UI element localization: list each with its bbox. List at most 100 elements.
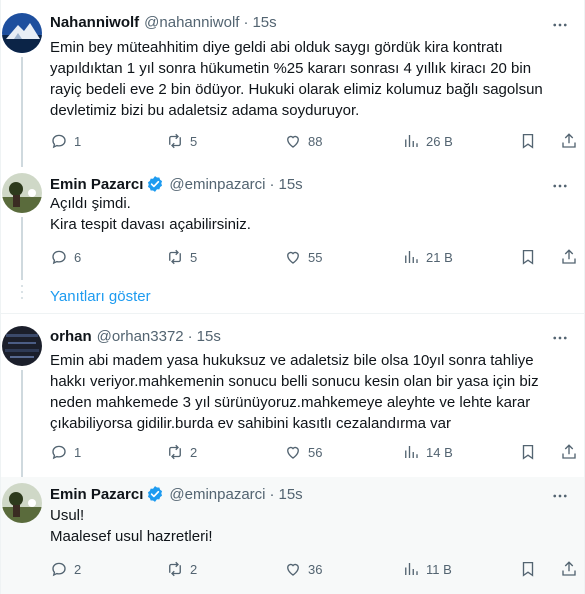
share-button[interactable] xyxy=(560,442,578,462)
tweet-eminpazarci-final[interactable]: Emin Pazarcı @eminpazarci · 15s Usul! Ma… xyxy=(1,477,584,594)
reply-count: 1 xyxy=(74,444,82,460)
like-button[interactable]: 56 xyxy=(284,442,322,462)
timestamp[interactable]: 15s xyxy=(278,176,302,193)
thread-line xyxy=(21,217,23,280)
separator-dot: · xyxy=(269,485,275,503)
more-icon[interactable] xyxy=(550,328,570,348)
reply-button[interactable]: 1 xyxy=(50,131,81,151)
retweet-count: 2 xyxy=(190,561,198,577)
reply-icon xyxy=(52,445,66,460)
tweet-header: Emin Pazarcı @eminpazarci · 15s xyxy=(50,485,303,503)
display-name[interactable]: orhan xyxy=(50,328,92,345)
thread-dots xyxy=(20,285,24,303)
like-icon xyxy=(287,446,299,459)
views-icon xyxy=(405,563,418,575)
like-button[interactable]: 55 xyxy=(284,247,322,267)
reply-icon xyxy=(52,250,66,265)
views-count: 21 B xyxy=(426,249,453,265)
separator-dot: · xyxy=(187,328,193,345)
show-replies-link[interactable]: Yanıtları göster xyxy=(50,288,151,305)
share-icon xyxy=(562,249,576,264)
timestamp[interactable]: 15s xyxy=(197,328,221,345)
display-name[interactable]: Emin Pazarcı xyxy=(50,176,143,193)
like-icon xyxy=(287,135,299,148)
separator-dot: · xyxy=(269,175,275,193)
bookmark-icon xyxy=(522,444,534,460)
tweet-text-line: hakkı veriyor.mahkemenin sonucu belli so… xyxy=(50,373,539,390)
views-button[interactable]: 14 B xyxy=(402,442,453,462)
tweet-text-line: Usul! xyxy=(50,507,85,524)
separator-dot: · xyxy=(243,14,249,31)
retweet-button[interactable]: 2 xyxy=(166,559,197,579)
tweet-text-line: neden mahkemede 3 yıl sürünüyoruz.mahkem… xyxy=(50,394,531,411)
user-handle[interactable]: @orhan3372 xyxy=(97,328,184,345)
bookmark-button[interactable] xyxy=(519,559,537,579)
tweet-text-line: yapıldıktan 1 yıl sonra hükumetin %25 ka… xyxy=(50,60,532,77)
bookmark-button[interactable] xyxy=(519,442,537,462)
tweet-actions: 1 5 88 26 B xyxy=(50,131,580,151)
retweet-icon xyxy=(169,444,181,460)
retweet-count: 5 xyxy=(190,249,198,265)
like-button[interactable]: 88 xyxy=(284,131,322,151)
avatar[interactable] xyxy=(2,13,42,53)
retweet-count: 5 xyxy=(190,133,198,149)
bookmark-button[interactable] xyxy=(519,131,537,151)
tweet-header: Nahanniwolf @nahanniwolf · 15s xyxy=(50,14,277,31)
user-handle[interactable]: @nahanniwolf xyxy=(144,14,239,31)
bookmark-button[interactable] xyxy=(519,247,537,267)
tweet-actions: 1 2 56 14 B xyxy=(50,442,580,462)
timestamp[interactable]: 15s xyxy=(278,486,302,503)
reply-button[interactable]: 6 xyxy=(50,247,81,267)
display-name[interactable]: Nahanniwolf xyxy=(50,14,139,31)
conversation-timeline: Nahanniwolf @nahanniwolf · 15s Emin bey … xyxy=(0,0,585,594)
tweet-header: orhan @orhan3372 · 15s xyxy=(50,328,221,345)
tweet-text-line: Açıldı şimdi. xyxy=(50,195,131,212)
views-button[interactable]: 26 B xyxy=(402,131,453,151)
tweet-orhan[interactable]: orhan @orhan3372 · 15s Emin abi madem ya… xyxy=(1,314,584,477)
retweet-button[interactable]: 5 xyxy=(166,131,197,151)
reply-button[interactable]: 1 xyxy=(50,442,81,462)
user-handle[interactable]: @eminpazarci xyxy=(169,486,265,503)
avatar[interactable] xyxy=(2,483,42,523)
views-button[interactable]: 21 B xyxy=(402,247,453,267)
retweet-icon xyxy=(169,561,181,577)
tweet-text: Açıldı şimdi. Kira tespit davası açabili… xyxy=(50,193,570,235)
verified-icon[interactable] xyxy=(146,485,164,503)
views-button[interactable]: 11 B xyxy=(402,559,452,579)
like-count: 88 xyxy=(308,133,323,149)
tweet-nahanniwolf[interactable]: Nahanniwolf @nahanniwolf · 15s Emin bey … xyxy=(1,0,584,167)
retweet-button[interactable]: 5 xyxy=(166,247,197,267)
reply-count: 1 xyxy=(74,133,82,149)
share-button[interactable] xyxy=(560,559,578,579)
like-count: 55 xyxy=(308,249,323,265)
verified-icon[interactable] xyxy=(146,175,164,193)
reply-button[interactable]: 2 xyxy=(50,559,81,579)
share-button[interactable] xyxy=(560,247,578,267)
views-count: 26 B xyxy=(426,133,453,149)
tweet-text-line: Kira tespit davası açabilirsiniz. xyxy=(50,216,251,233)
share-button[interactable] xyxy=(560,131,578,151)
tweet-text-line: rayiç bedeli eve 2 bin ödüyor. Hukuki ol… xyxy=(50,81,543,98)
timestamp[interactable]: 15s xyxy=(252,14,276,31)
display-name[interactable]: Emin Pazarcı xyxy=(50,486,143,503)
share-icon xyxy=(562,133,576,148)
avatar[interactable] xyxy=(2,326,42,366)
avatar[interactable] xyxy=(2,173,42,213)
views-icon xyxy=(405,135,418,147)
reply-icon xyxy=(52,562,66,577)
more-icon[interactable] xyxy=(550,486,570,506)
tweet-text-line: devletimiz bizi bu adaletsiz adama soydu… xyxy=(50,102,360,119)
reply-count: 2 xyxy=(74,561,82,577)
retweet-icon xyxy=(169,133,181,149)
tweet-eminpazarci-reply[interactable]: Emin Pazarcı @eminpazarci · 15s Açıldı ş… xyxy=(1,167,584,280)
user-handle[interactable]: @eminpazarci xyxy=(169,176,265,193)
bookmark-icon xyxy=(522,133,534,149)
tweet-text-line: Emin bey müteahhitim diye geldi abi oldu… xyxy=(50,39,503,56)
like-icon xyxy=(287,563,299,576)
views-icon xyxy=(405,446,418,458)
tweet-text-line: Emin abi madem yasa hukuksuz ve adaletsi… xyxy=(50,352,534,369)
more-icon[interactable] xyxy=(550,15,570,35)
retweet-icon xyxy=(169,249,181,265)
like-button[interactable]: 36 xyxy=(284,559,322,579)
retweet-button[interactable]: 2 xyxy=(166,442,197,462)
